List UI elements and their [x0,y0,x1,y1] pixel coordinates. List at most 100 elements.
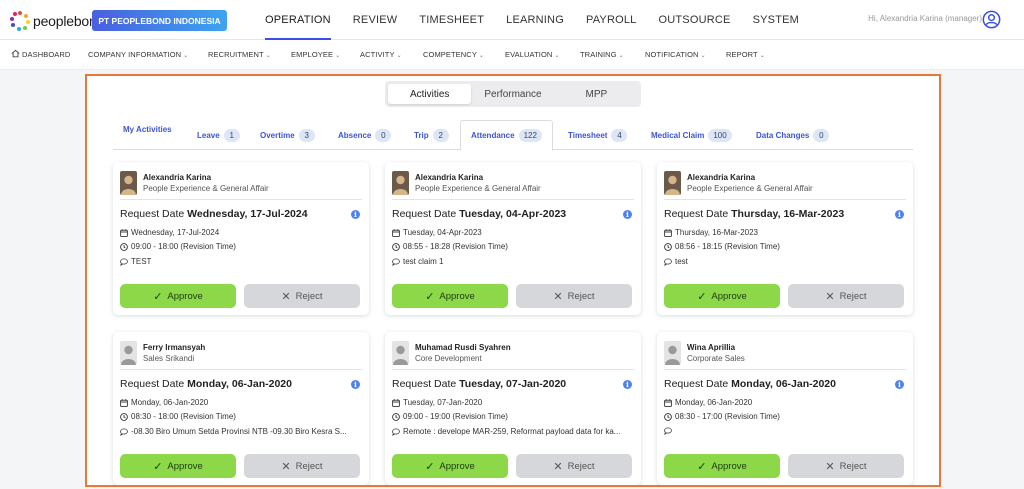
request-date-label: Request Date [392,378,457,390]
subnav-evaluation[interactable]: EVALUATION ⌄ [505,40,560,70]
attendance-date-value: Tuesday, 07-Jan-2020 [403,398,483,407]
attendance-time-value: 08:30 - 17:00 (Revision Time) [675,412,780,421]
subnav-label: COMPANY INFORMATION [88,50,182,59]
attendance-request-card: Muhamad Rusdi Syahren Core Development R… [385,332,641,485]
approve-button[interactable]: ✓ Approve [120,284,236,308]
request-date-value: Thursday, 16-Mar-2023 [731,208,845,220]
info-icon[interactable]: i [351,380,360,389]
comment-icon [664,257,672,266]
attendance-time-value: 09:00 - 19:00 (Revision Time) [403,412,508,421]
subnav-report[interactable]: REPORT ⌄ [726,40,765,70]
reject-button[interactable]: ✕ Reject [244,284,360,308]
approve-button[interactable]: ✓ Approve [664,284,780,308]
attendance-date-value: Wednesday, 17-Jul-2024 [131,228,220,237]
subnav-company-information[interactable]: COMPANY INFORMATION ⌄ [88,40,188,70]
x-icon: ✕ [553,290,563,303]
info-icon[interactable]: i [623,380,632,389]
avatar [120,341,137,365]
main-nav-review[interactable]: REVIEW [353,0,398,40]
tab-trip[interactable]: Trip 2 [414,120,449,150]
divider [392,369,634,370]
segment-mpp[interactable]: MPP [555,84,638,104]
tab-timesheet[interactable]: Timesheet 4 [568,120,628,150]
subnav-dashboard[interactable]: DASHBOARD [11,40,70,70]
info-icon[interactable]: i [895,380,904,389]
subnav-label: ACTIVITY [360,50,395,59]
tab-overtime[interactable]: Overtime 3 [260,120,315,150]
request-date-label: Request Date [664,208,729,220]
logo[interactable]: peoplebond [10,11,104,31]
request-date-value: Tuesday, 07-Jan-2020 [459,378,567,390]
tab-label: My Activities [123,124,172,134]
main-nav-operation[interactable]: OPERATION [265,0,331,40]
clock-icon [664,242,672,251]
tab-count-badge: 4 [611,128,628,142]
reject-button[interactable]: ✕ Reject [516,284,632,308]
employee-name: Wina Aprillia [687,343,736,352]
tab-my-activities[interactable]: My Activities [123,114,172,144]
segment-performance[interactable]: Performance [471,84,554,104]
subnav-recruitment[interactable]: RECRUITMENT ⌄ [208,40,271,70]
user-greeting: Hi, Alexandria Karina (manager) [868,14,982,23]
reject-button[interactable]: ✕ Reject [788,284,904,308]
main-nav-payroll[interactable]: PAYROLL [586,0,637,40]
comment-icon [392,427,400,436]
tab-data-changes[interactable]: Data Changes 0 [756,120,830,150]
tab-leave[interactable]: Leave 1 [197,120,240,150]
employee-department: Sales Srikandi [143,354,195,363]
subnav-label: TRAINING [580,50,617,59]
subnav-label: RECRUITMENT [208,50,264,59]
tab-attendance[interactable]: Attendance 122 [460,120,553,151]
approve-button[interactable]: ✓ Approve [392,454,508,478]
attendance-note: test [664,257,904,266]
avatar [664,171,681,195]
attendance-note [664,427,904,435]
info-icon[interactable]: i [895,210,904,219]
calendar-icon [664,398,672,407]
request-date: Request Date Monday, 06-Jan-2020 [664,378,836,390]
user-profile-icon[interactable] [982,10,1001,29]
main-nav-outsource[interactable]: OUTSOURCE [658,0,730,40]
subnav-activity[interactable]: ACTIVITY ⌄ [360,40,402,70]
subnav-competency[interactable]: COMPETENCY ⌄ [423,40,484,70]
reject-label: Reject [567,290,595,302]
chevron-down-icon: ⌄ [618,53,624,59]
attendance-time: 08:55 - 18:28 (Revision Time) [392,242,632,251]
reject-button[interactable]: ✕ Reject [788,454,904,478]
approve-button[interactable]: ✓ Approve [392,284,508,308]
tab-count-badge: 100 [708,128,732,142]
request-date: Request Date Wednesday, 17-Jul-2024 [120,208,308,220]
approve-label: Approve [439,460,475,472]
chevron-down-icon: ⌄ [478,53,485,59]
divider [120,199,362,200]
approve-button[interactable]: ✓ Approve [664,454,780,478]
main-nav-timesheet[interactable]: TIMESHEET [419,0,484,40]
info-icon[interactable]: i [623,210,632,219]
subnav-notification[interactable]: NOTIFICATION ⌄ [645,40,706,70]
tab-count-badge: 0 [375,128,392,142]
main-nav-system[interactable]: SYSTEM [753,0,799,40]
employee-name: Alexandria Karina [143,173,212,182]
attendance-time: 09:00 - 19:00 (Revision Time) [392,412,632,421]
tab-count-badge: 1 [223,128,240,142]
avatar [664,341,681,365]
attendance-note: test claim 1 [392,257,632,266]
x-icon: ✕ [281,460,291,473]
main-nav-learning[interactable]: LEARNING [506,0,564,40]
attendance-date: Monday, 06-Jan-2020 [664,398,904,407]
reject-button[interactable]: ✕ Reject [244,454,360,478]
tab-absence[interactable]: Absence 0 [338,120,392,150]
tab-medical-claim[interactable]: Medical Claim 100 [651,120,732,150]
segment-activities[interactable]: Activities [388,84,472,104]
tab-label: Trip [414,130,429,140]
employee-department: Core Development [415,354,482,363]
request-date-value: Monday, 06-Jan-2020 [187,378,292,390]
approve-button[interactable]: ✓ Approve [120,454,236,478]
subnav-training[interactable]: TRAINING ⌄ [580,40,624,70]
reject-button[interactable]: ✕ Reject [516,454,632,478]
company-selector[interactable]: PT PEOPLEBOND INDONESIA [92,10,227,31]
x-icon: ✕ [281,290,291,303]
attendance-date: Tuesday, 07-Jan-2020 [392,398,632,407]
subnav-employee[interactable]: EMPLOYEE ⌄ [291,40,340,70]
info-icon[interactable]: i [351,210,360,219]
